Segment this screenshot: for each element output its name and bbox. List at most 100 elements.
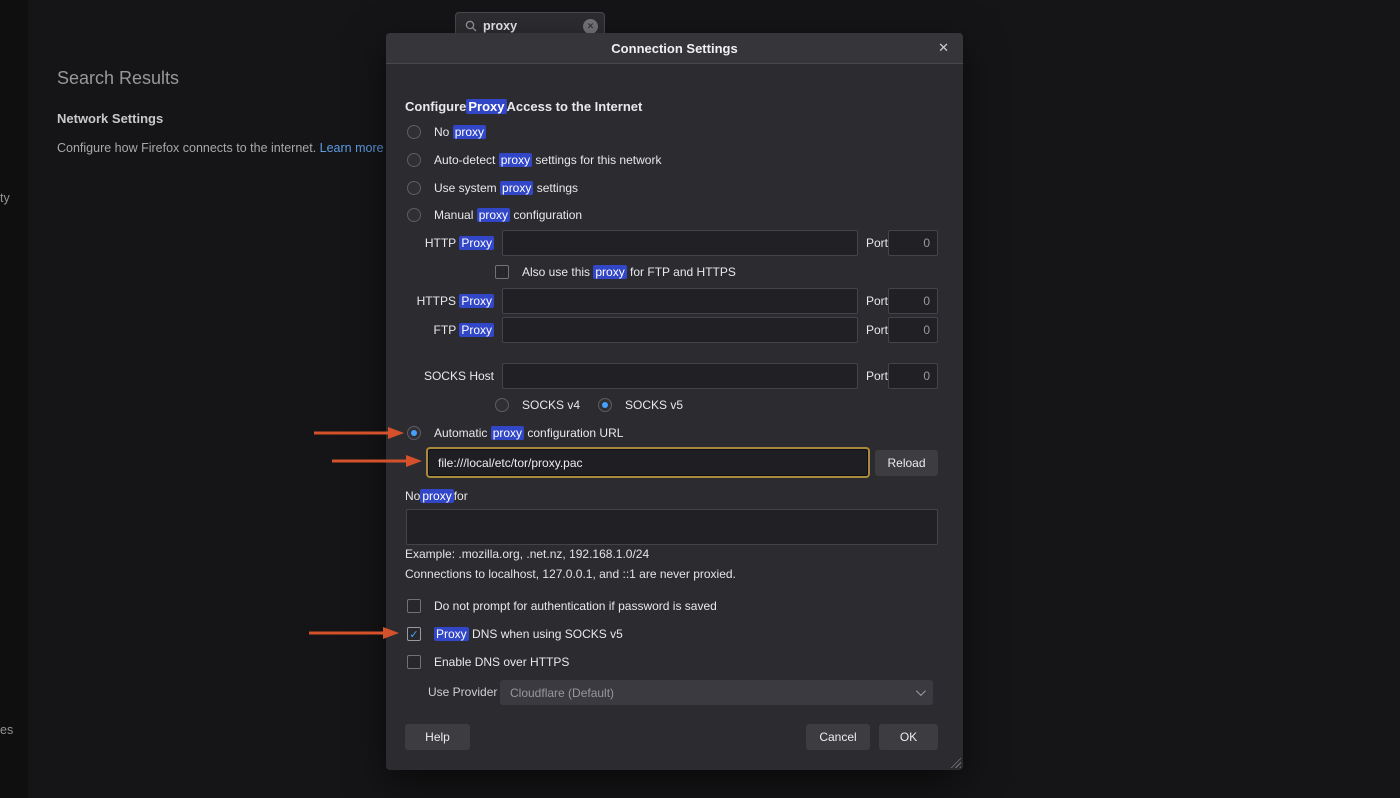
socks-host-label: SOCKS Host bbox=[405, 363, 494, 389]
no-proxy-for-textarea[interactable] bbox=[406, 509, 938, 545]
t: Manual bbox=[434, 208, 477, 222]
search-input[interactable] bbox=[483, 19, 583, 33]
sidebar-label-fragment-bottom: es bbox=[0, 723, 13, 737]
use-provider-dropdown[interactable]: Cloudflare (Default) bbox=[500, 680, 933, 705]
socks-port-input[interactable] bbox=[888, 363, 938, 389]
auto-url-radio[interactable] bbox=[407, 426, 421, 440]
t: No bbox=[434, 125, 453, 139]
dialog-titlebar: Connection Settings ✕ bbox=[386, 33, 963, 64]
t: Auto-detect bbox=[434, 153, 499, 167]
https-port-label: Port bbox=[866, 288, 888, 314]
t: Also use this bbox=[522, 265, 593, 279]
http-proxy-label: HTTP Proxy bbox=[405, 230, 494, 256]
ftp-proxy-input[interactable] bbox=[502, 317, 858, 343]
ftp-port-input[interactable] bbox=[888, 317, 938, 343]
t: HTTP bbox=[425, 236, 459, 250]
reload-button[interactable]: Reload bbox=[875, 450, 938, 476]
also-use-proxy-row[interactable]: ✓ Also use this proxy for FTP and HTTPS bbox=[495, 262, 736, 282]
help-button[interactable]: Help bbox=[405, 724, 470, 750]
ftp-proxy-label: FTP Proxy bbox=[405, 317, 494, 343]
http-port-input[interactable] bbox=[888, 230, 938, 256]
http-port-label: Port bbox=[866, 230, 888, 256]
https-proxy-input[interactable] bbox=[502, 288, 858, 314]
doh-checkbox[interactable]: ✓ bbox=[407, 655, 421, 669]
socks-v5-radio[interactable] bbox=[598, 398, 612, 412]
resize-grip-icon[interactable] bbox=[948, 755, 961, 768]
radio-row-manual-proxy[interactable]: Manual proxy configuration bbox=[407, 205, 582, 225]
no-prompt-auth-row[interactable]: ✓ Do not prompt for authentication if pa… bbox=[407, 596, 717, 616]
t-hl: Proxy bbox=[459, 294, 494, 308]
proxy-dns-label: Proxy DNS when using SOCKS v5 bbox=[434, 627, 623, 641]
proxy-dns-row[interactable]: ✓ Proxy DNS when using SOCKS v5 bbox=[407, 624, 623, 644]
socks-host-input[interactable] bbox=[502, 363, 858, 389]
t: Automatic bbox=[434, 426, 491, 440]
search-results-heading: Search Results bbox=[57, 68, 179, 89]
cancel-button[interactable]: Cancel bbox=[806, 724, 870, 750]
close-icon[interactable]: ✕ bbox=[934, 38, 953, 58]
also-use-proxy-checkbox[interactable]: ✓ bbox=[495, 265, 509, 279]
system-proxy-label: Use system proxy settings bbox=[434, 181, 578, 195]
t-hl: proxy bbox=[453, 125, 486, 139]
proxy-dns-checkbox[interactable]: ✓ bbox=[407, 627, 421, 641]
t: HTTPS bbox=[417, 294, 460, 308]
no-proxy-radio[interactable] bbox=[407, 125, 421, 139]
dialog-title: Connection Settings bbox=[611, 41, 737, 56]
also-use-proxy-label: Also use this proxy for FTP and HTTPS bbox=[522, 265, 736, 279]
ok-button[interactable]: OK bbox=[879, 724, 938, 750]
search-icon bbox=[465, 20, 477, 32]
t2: configuration URL bbox=[524, 426, 623, 440]
clear-search-icon[interactable]: ✕ bbox=[583, 19, 598, 34]
ftp-port-label: Port bbox=[866, 317, 888, 343]
t: Use system bbox=[434, 181, 500, 195]
radio-row-auto-url[interactable]: Automatic proxy configuration URL bbox=[407, 423, 623, 443]
doh-row[interactable]: ✓ Enable DNS over HTTPS bbox=[407, 652, 569, 672]
proxy-config-url-input[interactable] bbox=[428, 449, 868, 476]
socks-v5-label: SOCKS v5 bbox=[625, 398, 683, 412]
radio-row-auto-detect[interactable]: Auto-detect proxy settings for this netw… bbox=[407, 150, 661, 170]
https-port-input[interactable] bbox=[888, 288, 938, 314]
t-hl: proxy bbox=[593, 265, 626, 279]
t2: for FTP and HTTPS bbox=[627, 265, 736, 279]
learn-more-link[interactable]: Learn more bbox=[320, 141, 384, 155]
description-text: Configure how Firefox connects to the in… bbox=[57, 141, 320, 155]
no-proxy-for-label: No proxy for bbox=[405, 486, 468, 506]
dialog-heading: Configure Proxy Access to the Internet bbox=[405, 96, 642, 116]
no-prompt-auth-label: Do not prompt for authentication if pass… bbox=[434, 599, 717, 613]
auto-url-label: Automatic proxy configuration URL bbox=[434, 426, 623, 440]
manual-proxy-radio[interactable] bbox=[407, 208, 421, 222]
http-proxy-input[interactable] bbox=[502, 230, 858, 256]
example-hint: Example: .mozilla.org, .net.nz, 192.168.… bbox=[405, 547, 649, 561]
socks-version-row: SOCKS v4 SOCKS v5 bbox=[495, 395, 683, 415]
t-hl: proxy bbox=[477, 208, 510, 222]
t-hl: proxy bbox=[420, 489, 453, 503]
t: FTP bbox=[434, 323, 460, 337]
t2: configuration bbox=[510, 208, 582, 222]
no-prompt-auth-checkbox[interactable]: ✓ bbox=[407, 599, 421, 613]
socks-v4-label: SOCKS v4 bbox=[522, 398, 580, 412]
window-left-edge bbox=[0, 0, 28, 798]
auto-detect-label: Auto-detect proxy settings for this netw… bbox=[434, 153, 661, 167]
sidebar-label-fragment-top: ty bbox=[0, 191, 10, 205]
t-hl: proxy bbox=[499, 153, 532, 167]
radio-row-no-proxy[interactable]: No proxy bbox=[407, 122, 486, 142]
socks-v4-radio[interactable] bbox=[495, 398, 509, 412]
radio-row-system-proxy[interactable]: Use system proxy settings bbox=[407, 178, 578, 198]
t-hl: Proxy bbox=[459, 236, 494, 250]
heading-pre: Configure bbox=[405, 99, 466, 114]
use-provider-value: Cloudflare (Default) bbox=[510, 686, 614, 700]
use-provider-label: Use Provider bbox=[428, 682, 497, 702]
t2: for bbox=[454, 489, 468, 503]
network-settings-heading: Network Settings bbox=[57, 111, 163, 126]
socks-port-label: Port bbox=[866, 363, 888, 389]
manual-proxy-label: Manual proxy configuration bbox=[434, 208, 582, 222]
connection-settings-dialog: Connection Settings ✕ Configure Proxy Ac… bbox=[386, 33, 963, 770]
auto-detect-radio[interactable] bbox=[407, 153, 421, 167]
t-hl: proxy bbox=[491, 426, 524, 440]
no-proxy-label: No proxy bbox=[434, 125, 486, 139]
https-proxy-label: HTTPS Proxy bbox=[405, 288, 494, 314]
t-hl: Proxy bbox=[459, 323, 494, 337]
system-proxy-radio[interactable] bbox=[407, 181, 421, 195]
t2: settings bbox=[533, 181, 578, 195]
t2: DNS when using SOCKS v5 bbox=[469, 627, 623, 641]
heading-highlight: Proxy bbox=[466, 99, 506, 114]
